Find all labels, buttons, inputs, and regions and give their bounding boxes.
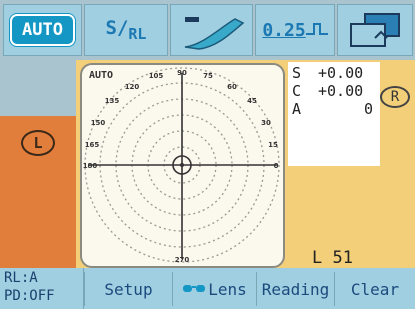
setup-label: Setup xyxy=(104,279,153,299)
axis-value: 0 xyxy=(364,100,374,118)
sphere-value: +0.00 xyxy=(318,64,364,82)
setup-button[interactable]: Setup xyxy=(84,272,172,306)
angle-label-135: 135 xyxy=(105,97,120,105)
reading-button[interactable]: Reading xyxy=(256,272,334,306)
step-icon xyxy=(305,23,328,35)
angle-label-105: 105 xyxy=(149,72,164,80)
angle-label-75: 75 xyxy=(203,72,213,80)
sr-sub: RL xyxy=(128,24,147,43)
clear-label: Clear xyxy=(350,279,400,299)
angle-label-30: 30 xyxy=(261,119,271,127)
lens-type-button[interactable] xyxy=(170,4,253,56)
left-lens-button[interactable]: L xyxy=(0,116,76,268)
axis-label: A xyxy=(292,100,302,118)
lensmeter-screen: AUTO S/RL 0.25 L AUTO 90 75 60 45 30 15 … xyxy=(0,0,415,309)
step-value-button[interactable]: 0.25 xyxy=(255,4,335,56)
top-toolbar: AUTO S/RL 0.25 xyxy=(0,0,415,60)
clear-button[interactable]: Clear xyxy=(334,272,415,306)
sphere-label: S xyxy=(292,64,302,82)
lens-button[interactable]: Lens xyxy=(172,272,256,306)
step-value-label: 0.25 xyxy=(262,19,306,41)
pd-status-text: PD:OFF xyxy=(4,288,55,304)
angle-label-15: 15 xyxy=(268,141,278,149)
angle-label-45: 45 xyxy=(247,97,257,105)
angle-label-60: 60 xyxy=(227,83,237,91)
alignment-target: AUTO 90 75 60 45 30 15 0 105 120 135 150… xyxy=(80,63,285,268)
rl-pd-status: RL:A PD:OFF xyxy=(0,268,84,309)
rl-status-text: RL:A xyxy=(4,270,38,286)
target-auto-label: AUTO xyxy=(89,70,114,81)
cylinder-label: C xyxy=(292,82,302,100)
window-switch-button[interactable] xyxy=(337,4,413,56)
sr-mode-label: S/RL xyxy=(106,17,147,43)
angle-label-0: 0 xyxy=(274,162,279,170)
sr-mode-button[interactable]: S/RL xyxy=(84,4,168,56)
angle-label-90: 90 xyxy=(177,69,187,77)
readings-panel: S +0.00 C +0.00 A 0 xyxy=(288,62,380,166)
window-switch-icon xyxy=(350,13,400,47)
left-lens-reading-indicator: L 51 xyxy=(312,248,353,268)
reading-label: Reading xyxy=(261,279,330,299)
target-reticle: 90 75 60 45 30 15 0 105 120 135 150 165 … xyxy=(83,67,280,264)
glasses-icon xyxy=(183,285,206,292)
lens-profile-icon xyxy=(184,17,244,50)
auto-mode-label: AUTO xyxy=(10,14,75,46)
angle-label-180: 180 xyxy=(83,162,98,170)
sr-main: S/ xyxy=(105,17,129,40)
lens-label: Lens xyxy=(208,279,247,299)
angle-label-165: 165 xyxy=(85,141,100,149)
left-upper-panel xyxy=(0,60,76,116)
auto-mode-button[interactable]: AUTO xyxy=(3,4,82,56)
angle-label-120: 120 xyxy=(125,83,140,91)
angle-label-270: 270 xyxy=(175,256,190,264)
angle-label-150: 150 xyxy=(91,119,106,127)
cylinder-value: +0.00 xyxy=(318,82,364,100)
right-lens-indicator: R xyxy=(380,86,410,108)
left-lens-indicator: L xyxy=(21,130,55,156)
